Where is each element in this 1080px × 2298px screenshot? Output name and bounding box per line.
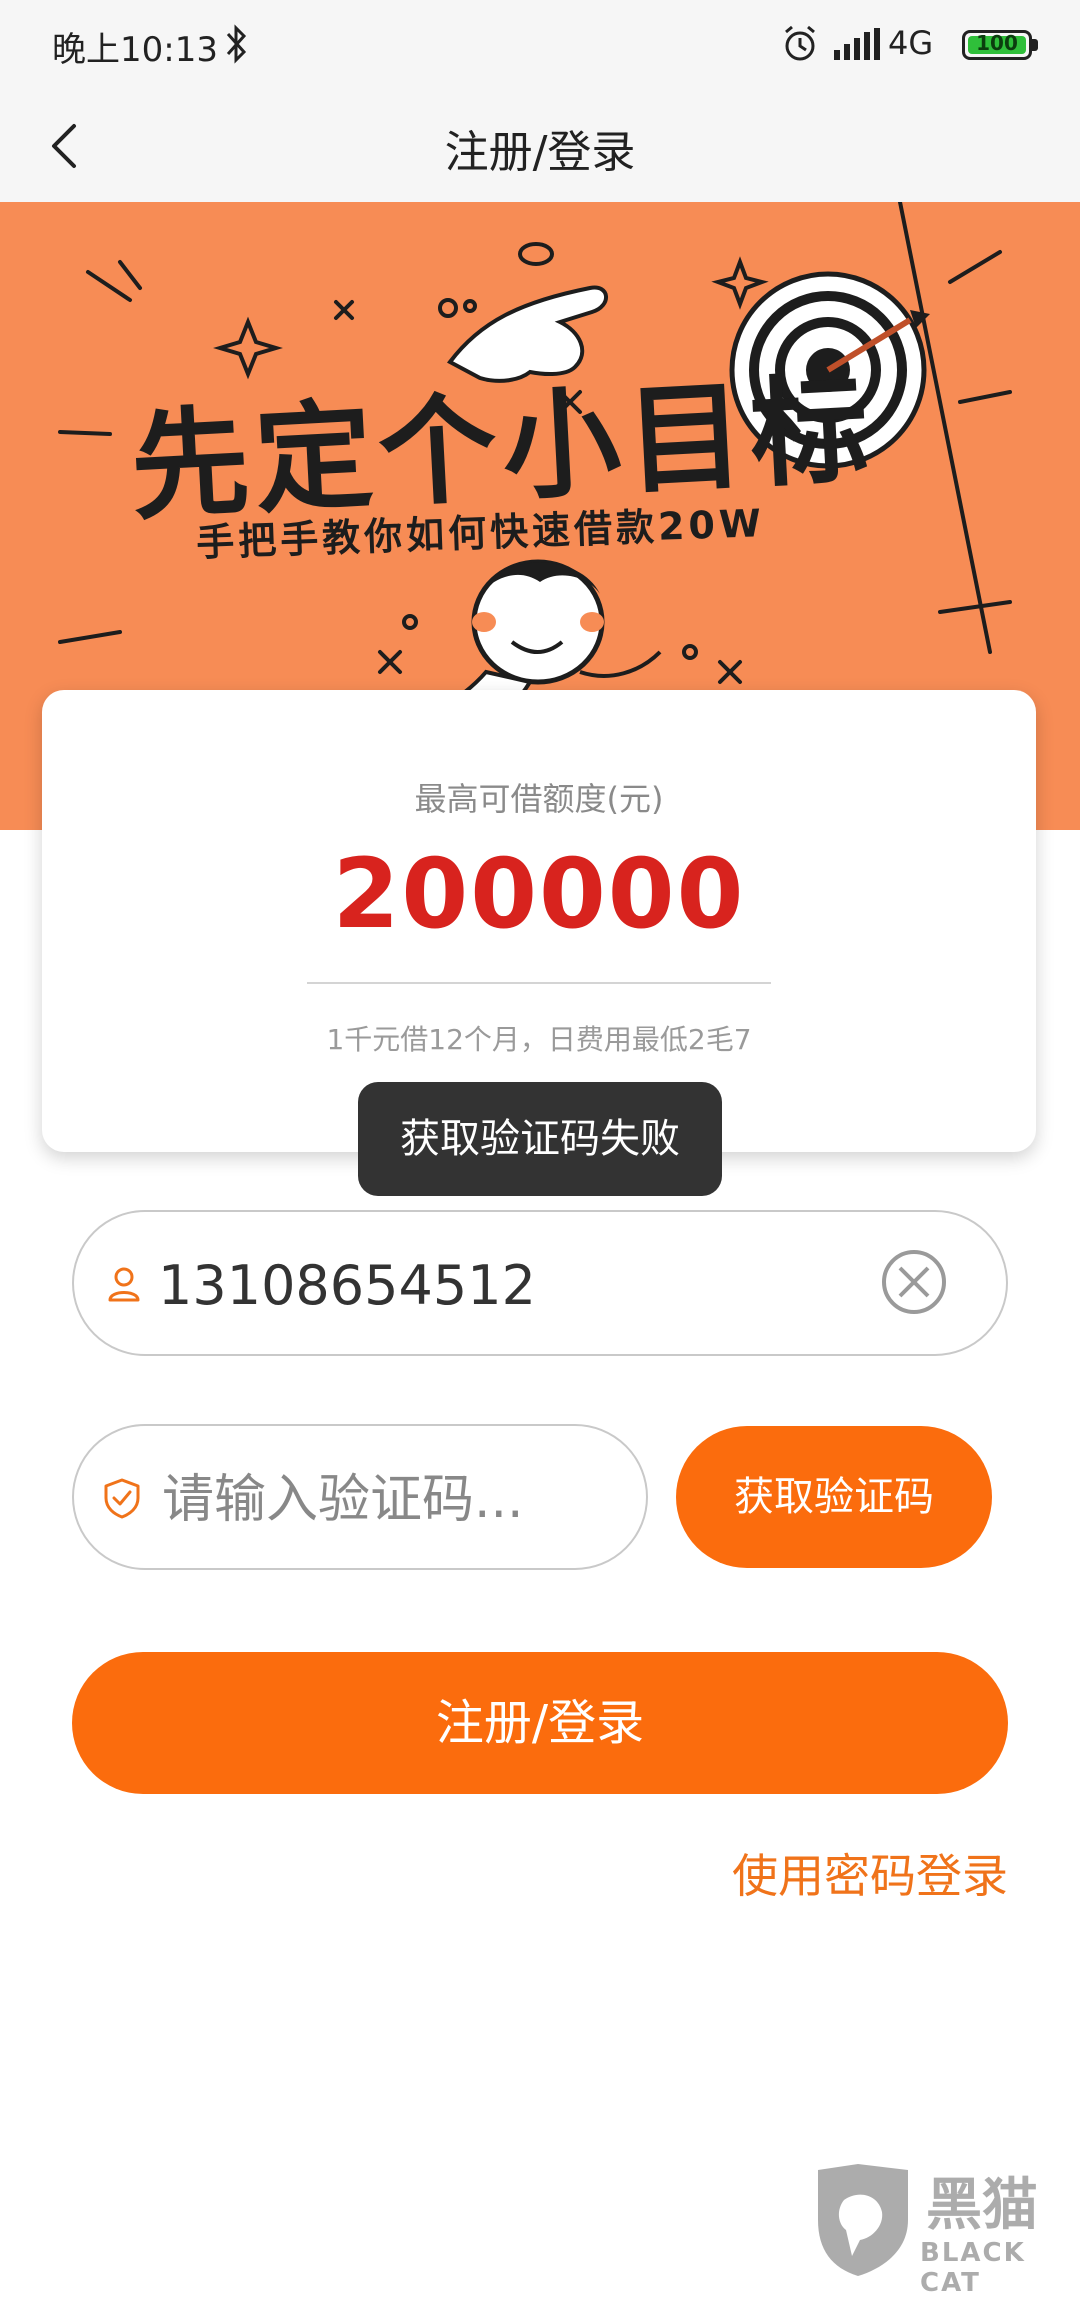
status-time: 晚上10:13 <box>52 30 218 70</box>
phone-value[interactable]: 13108654512 <box>158 1254 536 1317</box>
bluetooth-icon <box>226 24 247 64</box>
limit-label: 最高可借额度(元) <box>414 780 664 818</box>
verification-code-field[interactable] <box>72 1424 648 1570</box>
blackcat-watermark: 黑猫 BLACK CAT <box>808 2160 1080 2298</box>
user-icon <box>108 1267 140 1302</box>
battery-level: 100 <box>976 31 1018 55</box>
page-title: 注册/登录 <box>444 127 636 178</box>
register-login-button[interactable]: 注册/登录 <box>72 1652 1008 1794</box>
watermark-text: 黑猫 <box>926 2173 1038 2238</box>
cat-shield-logo <box>818 2164 908 2276</box>
watermark-subtext: BLACK CAT <box>920 2238 1026 2298</box>
phone-field[interactable]: 13108654512 <box>72 1210 1008 1356</box>
password-login-link[interactable]: 使用密码登录 <box>732 1840 1008 1906</box>
alarm-icon <box>785 25 815 61</box>
nav-bar: 注册/登录 <box>0 90 1080 202</box>
limit-amount: 200000 <box>332 838 746 950</box>
shield-check-icon <box>104 1478 140 1519</box>
card-divider <box>307 982 771 984</box>
verification-code-input[interactable] <box>160 1462 624 1538</box>
signal-icon <box>834 28 880 60</box>
battery-tip <box>1032 39 1038 51</box>
limit-note: 1千元借12个月，日费用最低2毛7 <box>326 1023 752 1056</box>
get-code-button[interactable]: 获取验证码 <box>676 1426 992 1568</box>
network-type: 4G <box>888 24 934 62</box>
battery-icon: 100 <box>962 30 1032 60</box>
status-bar: 晚上10:13 4G 100 <box>0 0 1080 90</box>
error-toast: 获取验证码失败 <box>358 1082 722 1196</box>
clear-icon[interactable] <box>880 1248 948 1316</box>
